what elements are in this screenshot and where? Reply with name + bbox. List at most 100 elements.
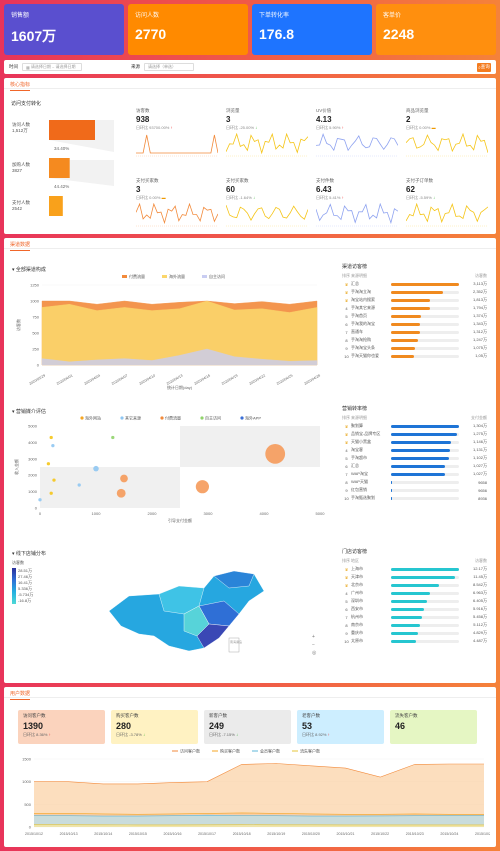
map-color-scale [12, 568, 16, 604]
china-map[interactable]: 南海诸岛 [99, 566, 319, 666]
metric-title: 浏览量 [226, 108, 240, 113]
kpi-card-avg-order[interactable]: 客单价 2248 [376, 4, 496, 55]
metric-sparkline [315, 202, 399, 227]
ranking-row[interactable]: 10 手淘天猫你也爱 1,05万 [342, 352, 487, 360]
scatter-point [195, 480, 209, 494]
x-tick-label: 2015/10/25 [475, 832, 490, 836]
user-stat-ratio: 日环比 8.92% ↑ [302, 732, 330, 737]
x-tick-label: 2015/10/24 [440, 832, 458, 836]
ranking-bar-fill [391, 464, 445, 468]
ranking-value: 5.916万 [472, 606, 487, 611]
ranking-row[interactable]: 6 西安市 5.916万 [342, 605, 487, 613]
user-stat-card[interactable]: 访问客户数 1390 日环比 8.36% ↑ [18, 710, 105, 744]
ranking-name: 淘宝客 [351, 447, 363, 452]
metric-ratio: 日环比 0.00% ▬ [136, 195, 166, 200]
ranking-value: 6.405万 [472, 598, 487, 603]
kpi-card-sales[interactable]: 销售额 1607万 [4, 4, 124, 55]
ranking-row[interactable]: ♛ 手淘淘立淘 2,352万 [342, 288, 487, 296]
ranking-row[interactable]: ♛ 天猫小黑盒 1,146万 [342, 438, 487, 446]
ranking-row[interactable]: 4 淘宝客 1,131万 [342, 446, 487, 454]
reset-icon[interactable]: ◎ [312, 649, 316, 657]
ranking-row[interactable]: 4 广州市 6.963万 [342, 589, 487, 597]
kpi-card-visitors[interactable]: 访问人数 2770 [128, 4, 248, 55]
scatter-point [120, 474, 128, 483]
ranking-row[interactable]: 8 WAP天猫 9658 [342, 478, 487, 486]
ranking-row[interactable]: 4 手淘其它来源 1,794万 [342, 304, 487, 312]
ranking-row[interactable]: 6 汇总 1,027万 [342, 462, 487, 470]
date-range-input[interactable]: ▦ 请选择日期 ~ 请选择日期 [22, 63, 82, 71]
ranking-value: 1,027万 [472, 471, 487, 476]
ranking-row[interactable]: 7 杭州市 5.458万 [342, 613, 487, 621]
metric-ratio: 日环比 5.41% ↑ [316, 195, 344, 200]
metric-card[interactable]: 访客数 938 日环比 93700.00% ↑ [136, 108, 224, 162]
y-tick-label: 500 [32, 331, 39, 336]
user-stat-card[interactable]: 新客户数 249 日环比 -7.15% ↓ [204, 710, 291, 744]
metric-card[interactable]: 浏览量 3 日环比 -25.00% ↓ [225, 108, 314, 162]
metric-card[interactable]: 商品浏览量 2 日环比 0.00% ▬ [405, 108, 494, 162]
metric-card[interactable]: 支付买家数 60 日环比 -1.64% ↓ [225, 178, 314, 232]
crown-icon: ♛ [344, 431, 349, 437]
ranking-row[interactable]: 8 手淘淘抢购 1,247万 [342, 336, 487, 344]
ranking-row[interactable]: ♛ 聚划算 1,304万 [342, 422, 487, 430]
x-tick-label: 2015/10/19 [267, 832, 285, 836]
ranking-row[interactable]: 10 太原市 4.487万 [342, 637, 487, 645]
ranking-row[interactable]: 7 直通车 1,312万 [342, 328, 487, 336]
user-stat-ratio: 日环比 -7.15% ↓ [209, 732, 238, 737]
scatter-point [52, 478, 56, 482]
ranking-row[interactable]: ♛ 淘宝站内搜索 1,813万 [342, 296, 487, 304]
x-tick-label: 2020/04/22 [248, 373, 266, 385]
x-axis-label: 统计日期(day) [167, 384, 193, 390]
zoom-out-icon[interactable]: − [312, 641, 316, 649]
ranking-bar-fill [391, 298, 431, 302]
metric-title: UV价值 [316, 108, 332, 113]
ranking-name: 直通车 [351, 329, 363, 334]
ranking-row[interactable]: ♛ 品销宝-品牌专区 1,275万 [342, 430, 487, 438]
ranking-row[interactable]: 5 手淘超市 1,102万 [342, 454, 487, 462]
ranking-row[interactable]: 5 深圳市 6.405万 [342, 597, 487, 605]
source-select[interactable]: 请选择（单选） [144, 63, 194, 71]
ranking-row[interactable]: 7 WAP淘宝 1,027万 [342, 470, 487, 478]
zoom-in-icon[interactable]: + [312, 633, 316, 641]
ranking-row[interactable]: 9 重庆市 4.829万 [342, 629, 487, 637]
ranking-name: 手淘其它来源 [351, 305, 375, 310]
ranking-bar-track [391, 298, 459, 302]
metric-sparkline [225, 204, 309, 227]
metric-card[interactable]: 支付买家数 3 日环比 0.00% ▬ [135, 178, 224, 232]
ranking-value: 1,131万 [472, 447, 487, 452]
ranking-row[interactable]: ♛ 汇总 3,113万 [342, 280, 487, 288]
ranking-bar-fill [391, 496, 392, 500]
ranking-name: 北京市 [351, 582, 363, 587]
legend-label: 其它来源 [125, 415, 141, 421]
ranking-row[interactable]: 8 南京市 5.112万 [342, 621, 487, 629]
ranking-bar-track [391, 306, 459, 310]
ranking-row[interactable]: ♛ 北京市 8.542万 [342, 581, 487, 589]
ranking-row[interactable]: 6 手淘我的淘宝 1,343万 [342, 320, 487, 328]
ranking-row[interactable]: 10 手淘甄选聚划 8936 [342, 494, 487, 502]
ranking-value: 4.487万 [472, 638, 487, 643]
user-stat-card[interactable]: 流失客户数 46 [390, 710, 477, 744]
ranking-row[interactable]: ♛ 天津市 11.45万 [342, 573, 487, 581]
ranking-row[interactable]: 5 手淘首页 1,374万 [342, 312, 487, 320]
ranking-row[interactable]: ♛ 上海市 12.17万 [342, 565, 487, 573]
ranking-name: 汇总 [351, 281, 359, 286]
scatter-point [116, 488, 126, 498]
kpi-card-conversion[interactable]: 下单转化率 176.8 [252, 4, 372, 55]
panel-title: 用户数据 [4, 687, 496, 700]
y-tick-label: 1000 [22, 779, 32, 784]
map-title: ▾ 线下店铺分布 [12, 551, 46, 557]
ranking-bar-fill [391, 631, 419, 635]
user-stat-card[interactable]: 购买客户数 280 日环比 -3.78% ↓ [111, 710, 198, 744]
scatter-point [93, 465, 99, 472]
metric-card[interactable]: 支付件数 6.43 日环比 5.41% ↑ [315, 178, 404, 232]
x-tick-label: 2020/03/29 [28, 373, 46, 385]
metric-card[interactable]: 支付子订单数 62 日环比 -5.59% ↓ [405, 178, 494, 232]
ranking-bar-fill [391, 330, 420, 334]
ranking-value: 6.963万 [472, 590, 487, 595]
y-tick-label: 500 [24, 802, 31, 807]
ranking-row[interactable]: 9 手淘淘宝头条 1,075万 [342, 344, 487, 352]
metric-card[interactable]: UV价值 4.13 日环比 5.90% ↑ [315, 108, 404, 162]
ranking-row[interactable]: 9 红包营销 9656 [342, 486, 487, 494]
user-stat-card[interactable]: 老客户数 53 日环比 8.92% ↑ [297, 710, 384, 744]
ranking-bar-track [391, 607, 459, 611]
query-button[interactable]: ⌕ 查询 [477, 62, 491, 72]
